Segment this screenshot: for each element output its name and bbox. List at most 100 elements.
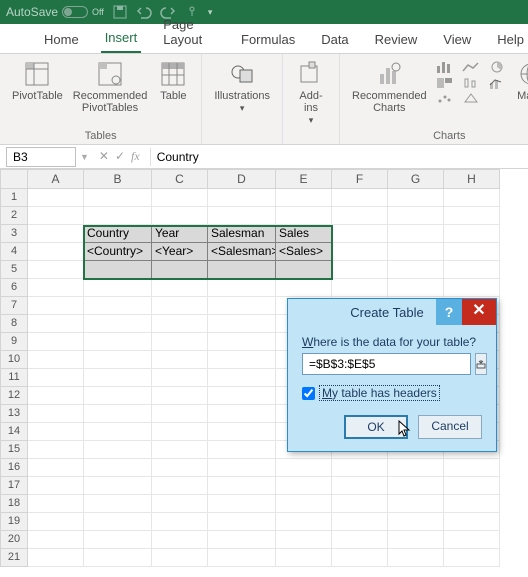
pivottable-button[interactable]: PivotTable [8,58,67,104]
row-header[interactable]: 4 [0,243,28,261]
headers-checkbox[interactable] [302,387,315,400]
cell[interactable]: <Salesman> [208,243,276,261]
addins-button[interactable]: Add- ins▾ [291,58,331,128]
cell[interactable] [152,261,208,279]
cell[interactable] [388,189,444,207]
illustrations-button[interactable]: Illustrations▾ [210,58,274,116]
name-box[interactable]: B3 [6,147,76,167]
row-header[interactable]: 11 [0,369,28,387]
row-header[interactable]: 1 [0,189,28,207]
cell[interactable] [28,333,84,351]
cell[interactable] [388,225,444,243]
cell[interactable] [276,189,332,207]
col-header[interactable]: D [208,169,276,189]
tab-home[interactable]: Home [40,26,83,53]
tab-data[interactable]: Data [317,26,352,53]
cell[interactable] [84,459,152,477]
col-header[interactable]: E [276,169,332,189]
cell[interactable] [208,189,276,207]
cell[interactable] [28,459,84,477]
cell[interactable] [84,279,152,297]
cell[interactable]: Year [152,225,208,243]
cell[interactable] [332,513,388,531]
cell[interactable] [332,261,388,279]
redo-icon[interactable] [160,4,176,20]
tab-help[interactable]: Help [493,26,528,53]
cell[interactable] [28,261,84,279]
tab-view[interactable]: View [439,26,475,53]
cell[interactable] [444,495,500,513]
cell[interactable] [28,549,84,567]
cell[interactable] [28,279,84,297]
row-header[interactable]: 17 [0,477,28,495]
cell[interactable] [444,477,500,495]
collapse-dialog-button[interactable] [475,353,487,375]
cell[interactable] [84,315,152,333]
cell[interactable] [208,333,276,351]
save-icon[interactable] [112,4,128,20]
cell[interactable] [444,261,500,279]
cell[interactable] [152,279,208,297]
cell[interactable] [208,315,276,333]
cell[interactable] [28,225,84,243]
cell[interactable] [276,279,332,297]
row-header[interactable]: 3 [0,225,28,243]
cell[interactable]: <Year> [152,243,208,261]
cell[interactable] [276,207,332,225]
cell[interactable] [152,333,208,351]
row-header[interactable]: 2 [0,207,28,225]
cell[interactable] [332,207,388,225]
cell[interactable] [152,477,208,495]
cell[interactable] [388,495,444,513]
cell[interactable] [152,495,208,513]
cell[interactable] [208,513,276,531]
cell[interactable] [152,369,208,387]
cell[interactable] [332,279,388,297]
cell[interactable] [276,459,332,477]
cell[interactable] [28,351,84,369]
headers-checkbox-label[interactable]: My table has headers [319,385,440,401]
cell[interactable] [208,495,276,513]
cell[interactable] [28,387,84,405]
cell[interactable] [444,225,500,243]
cell[interactable] [84,405,152,423]
row-header[interactable]: 8 [0,315,28,333]
namebox-dropdown-icon[interactable]: ▼ [80,152,89,162]
touch-mode-icon[interactable] [184,4,200,20]
cell[interactable] [152,513,208,531]
cell[interactable] [444,207,500,225]
cell[interactable] [444,459,500,477]
cell[interactable] [28,531,84,549]
cell[interactable] [444,549,500,567]
tab-insert[interactable]: Insert [101,24,142,53]
cell[interactable] [28,495,84,513]
cell[interactable] [84,297,152,315]
cell[interactable] [28,315,84,333]
cell[interactable] [444,243,500,261]
cell[interactable] [84,207,152,225]
cell[interactable] [388,243,444,261]
cell[interactable] [444,279,500,297]
cell[interactable] [28,423,84,441]
row-header[interactable]: 19 [0,513,28,531]
row-header[interactable]: 18 [0,495,28,513]
cell[interactable] [28,441,84,459]
cell[interactable] [84,495,152,513]
cell[interactable] [208,207,276,225]
cancel-formula-icon[interactable]: ✕ [99,149,109,164]
cell[interactable] [84,441,152,459]
cell[interactable] [208,477,276,495]
col-header[interactable]: F [332,169,388,189]
cell[interactable] [444,189,500,207]
cell[interactable] [208,549,276,567]
chart-type-buttons-3[interactable] [485,58,509,92]
cell[interactable] [208,279,276,297]
cell[interactable] [208,351,276,369]
row-header[interactable]: 14 [0,423,28,441]
cell[interactable] [332,225,388,243]
row-header[interactable]: 12 [0,387,28,405]
cell[interactable] [84,477,152,495]
col-header[interactable]: C [152,169,208,189]
recommended-charts-button[interactable]: Recommended Charts [348,58,431,116]
col-header[interactable]: G [388,169,444,189]
